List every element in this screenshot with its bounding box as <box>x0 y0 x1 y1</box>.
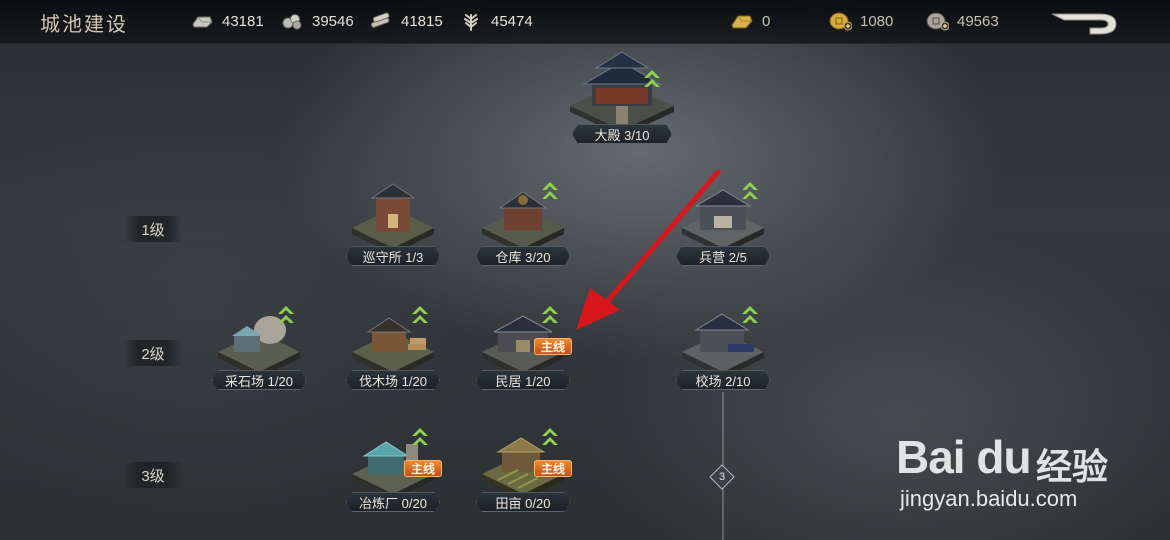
currency-gold-coin[interactable]: 1080 <box>828 10 893 32</box>
upgrade-arrow-icon <box>542 306 558 323</box>
wood-icon <box>370 12 390 28</box>
stone-icon <box>282 14 302 30</box>
gold-bar-icon <box>731 15 753 29</box>
gold-coin-plus-icon <box>829 12 852 31</box>
farmland-label: 田亩 0/20 <box>476 492 570 512</box>
grain-icon <box>464 14 478 31</box>
building-patrol-post[interactable]: 巡守所 1/3 <box>338 170 448 266</box>
lumber-mill-label: 伐木场 1/20 <box>346 370 440 390</box>
resource-wood[interactable]: 41815 <box>369 10 443 32</box>
building-smelter[interactable]: 主线 冶炼厂 0/20 <box>338 416 448 512</box>
barracks-label: 兵营 2/5 <box>676 246 770 266</box>
residence-label: 民居 1/20 <box>476 370 570 390</box>
building-warehouse[interactable]: 仓库 3/20 <box>468 170 578 266</box>
wood-value: 41815 <box>401 12 443 30</box>
baidu-watermark: Bai du 经验 jingyan.baidu.com <box>896 420 1156 520</box>
page-title: 城池建设 <box>40 12 128 36</box>
building-farmland[interactable]: 主线 田亩 0/20 <box>468 416 578 512</box>
patrol-post-label: 巡守所 1/3 <box>346 246 440 266</box>
back-button[interactable] <box>1050 10 1126 38</box>
copper-coin-plus-icon <box>926 12 949 31</box>
warehouse-label: 仓库 3/20 <box>476 246 570 266</box>
watermark-cn: 经验 <box>1036 447 1109 488</box>
drill-ground-label: 校场 2/10 <box>676 370 770 390</box>
main-quest-tag: 主线 <box>533 338 572 355</box>
upgrade-arrow-icon <box>742 182 758 199</box>
main-quest-tag: 主线 <box>403 460 442 477</box>
grain-value: 45474 <box>491 12 533 30</box>
upgrade-arrow-icon <box>278 306 294 323</box>
building-lumber-mill[interactable]: 伐木场 1/20 <box>338 294 448 390</box>
currency-copper-coin[interactable]: 49563 <box>925 10 999 32</box>
building-residence[interactable]: 主线 民居 1/20 <box>468 294 578 390</box>
gold-bar-value: 0 <box>762 12 771 30</box>
upgrade-arrow-icon <box>542 428 558 445</box>
upgrade-arrow-icon <box>542 182 558 199</box>
tree-node-badge[interactable]: 3 <box>709 464 735 490</box>
tier-label-3: 3级 <box>124 462 182 488</box>
gold-coin-value: 1080 <box>860 12 894 30</box>
tier-label-2: 2级 <box>124 340 182 366</box>
watermark-logo: Bai du <box>896 431 1032 483</box>
stone-value: 39546 <box>312 12 354 30</box>
watermark-url: jingyan.baidu.com <box>900 486 1078 511</box>
palace-label: 大殿 3/10 <box>572 124 672 144</box>
main-quest-tag: 主线 <box>533 460 572 477</box>
tier-label-1: 1级 <box>124 216 182 242</box>
upgrade-arrow-icon <box>644 70 660 87</box>
quarry-label: 采石场 1/20 <box>212 370 306 390</box>
resource-grain[interactable]: 45474 <box>459 10 533 32</box>
upgrade-arrow-icon <box>412 428 428 445</box>
smelter-label: 冶炼厂 0/20 <box>346 492 440 512</box>
building-quarry[interactable]: 采石场 1/20 <box>204 294 314 390</box>
return-arrow-icon <box>1051 13 1117 35</box>
copper-coin-value: 49563 <box>957 12 999 30</box>
building-palace[interactable]: 大殿 3/10 <box>556 44 688 144</box>
silver-ingot-icon <box>192 16 213 28</box>
silver-value: 43181 <box>222 12 264 30</box>
upgrade-arrow-icon <box>412 306 428 323</box>
building-barracks[interactable]: 兵营 2/5 <box>668 170 778 266</box>
building-drill-ground[interactable]: 校场 2/10 <box>668 294 778 390</box>
upgrade-arrow-icon <box>742 306 758 323</box>
top-bar: 城池建设 43181 39546 41815 45474 0 1080 4956… <box>0 0 1170 44</box>
resource-silver[interactable]: 43181 <box>190 10 264 32</box>
currency-gold-bar[interactable]: 0 <box>730 10 770 32</box>
resource-stone[interactable]: 39546 <box>280 10 354 32</box>
